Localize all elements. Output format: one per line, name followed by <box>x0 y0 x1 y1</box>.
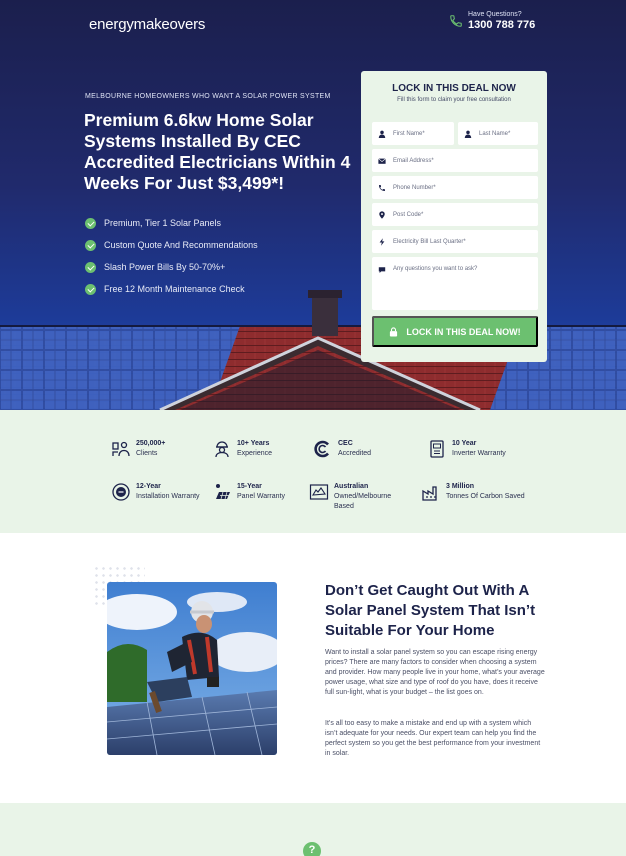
last-name-placeholder: Last Name* <box>479 130 511 137</box>
stat-value: 3 Million <box>446 483 474 490</box>
benefit-item: Custom Quote And Recommendations <box>85 234 258 256</box>
australia-map-icon <box>309 484 329 500</box>
stat-label: Accredited <box>338 450 372 457</box>
stat-value: 10+ Years <box>237 440 270 447</box>
phone-label: Have Questions? <box>468 11 522 18</box>
stat-value: 250,000+ <box>136 440 166 447</box>
benefit-item: Slash Power Bills By 50-70%+ <box>85 256 258 278</box>
stat-inverter-warranty: 10 Year Inverter Warranty <box>427 439 506 459</box>
benefit-label: Custom Quote And Recommendations <box>104 240 258 250</box>
worker-icon <box>215 441 229 458</box>
section-paragraph-2: It’s all too easy to make a mistake and … <box>325 720 541 757</box>
phone-contact[interactable]: Have Questions? 1300 788 776 <box>449 11 535 31</box>
form-title: LOCK IN THIS DEAL NOW <box>392 83 516 94</box>
phone-field[interactable]: Phone Number* <box>372 176 538 199</box>
first-name-field[interactable]: First Name* <box>372 122 454 145</box>
stat-value: Australian <box>334 483 369 490</box>
stat-cec: CEC Accredited <box>313 439 371 459</box>
benefit-list: Premium, Tier 1 Solar Panels Custom Quot… <box>85 212 258 300</box>
benefit-label: Slash Power Bills By 50-70%+ <box>104 262 226 272</box>
envelope-icon <box>378 157 386 164</box>
help-question-icon[interactable]: ? <box>303 842 321 856</box>
form-subtitle: Fill this form to claim your free consul… <box>397 97 511 103</box>
lock-in-deal-button[interactable]: LOCK IN THIS DEAL NOW! <box>372 316 538 347</box>
stat-experience: 10+ Years Experience <box>212 439 272 459</box>
benefit-label: Premium, Tier 1 Solar Panels <box>104 218 222 228</box>
stat-installation-warranty: 12-Year Installation Warranty <box>111 482 200 502</box>
stat-label: Experience <box>237 450 273 457</box>
lock-icon <box>390 326 398 336</box>
phone-number[interactable]: 1300 788 776 <box>468 19 535 31</box>
electricity-bill-placeholder: Electricity Bill Last Quarter* <box>393 238 466 245</box>
electricity-bill-field[interactable]: Electricity Bill Last Quarter* <box>372 230 538 253</box>
chat-bubble-icon <box>378 267 386 274</box>
lightning-bolt-icon <box>379 237 385 246</box>
first-name-placeholder: First Name* <box>393 130 425 137</box>
stat-value: CEC <box>338 440 353 447</box>
phone-placeholder: Phone Number* <box>393 184 436 191</box>
stat-label: Tonnes Of Carbon Saved <box>446 493 525 500</box>
section-heading: Don’t Get Caught Out With A Solar Panel … <box>325 582 536 639</box>
brand-logo[interactable]: energymakeovers <box>89 16 205 33</box>
stat-value: 15-Year <box>237 483 262 490</box>
location-pin-icon <box>379 210 385 219</box>
phone-icon <box>450 15 462 27</box>
stat-carbon-saved: 3 Million Tonnes Of Carbon Saved <box>421 482 526 502</box>
submit-label: LOCK IN THIS DEAL NOW! <box>406 326 521 337</box>
stat-label: Clients <box>136 450 158 457</box>
installer-photo <box>107 582 277 755</box>
stat-label: Owned/Melbourne Based <box>334 493 392 510</box>
stat-panel-warranty: 15-Year Panel Warranty <box>212 482 285 502</box>
check-circle-icon <box>85 217 96 229</box>
section-paragraph-1: Want to install a solar panel system so … <box>325 649 545 696</box>
postcode-field[interactable]: Post Code* <box>372 203 538 226</box>
hero-kicker: MELBOURNE HOMEOWNERS WHO WANT A SOLAR PO… <box>85 93 331 100</box>
factory-icon <box>422 486 437 501</box>
last-name-field[interactable]: Last Name* <box>458 122 538 145</box>
user-icon <box>464 130 472 138</box>
users-icon <box>112 441 130 457</box>
email-placeholder: Email Address* <box>393 157 434 164</box>
solar-installer-image <box>107 582 277 755</box>
stat-value: 12-Year <box>136 483 161 490</box>
check-circle-icon <box>85 239 96 251</box>
trust-stats-bar: 250,000+ Clients 10+ Years Experience CEC A… <box>0 410 626 533</box>
solar-panel-icon <box>216 484 230 500</box>
questions-textarea[interactable]: Any questions you want to ask? <box>372 257 538 310</box>
stat-label: Installation Warranty <box>136 493 200 500</box>
warranty-badge-icon <box>112 483 130 501</box>
phone-icon <box>379 184 385 191</box>
lead-form: LOCK IN THIS DEAL NOW Fill this form to … <box>361 71 547 362</box>
inverter-icon <box>430 440 444 458</box>
user-icon <box>378 130 386 138</box>
hero-headline: Premium 6.6kw Home Solar Systems Install… <box>84 110 351 193</box>
stat-australian-owned: Australian Owned/Melbourne Based <box>309 482 406 512</box>
hero-section: energymakeovers Have Questions? 1300 788… <box>0 0 626 410</box>
stat-clients: 250,000+ Clients <box>111 439 165 459</box>
stat-label: Inverter Warranty <box>452 450 506 457</box>
postcode-placeholder: Post Code* <box>393 211 424 218</box>
stat-label: Panel Warranty <box>237 493 285 500</box>
benefit-item: Premium, Tier 1 Solar Panels <box>85 212 258 234</box>
cec-logo-icon <box>314 440 329 458</box>
stat-value: 10 Year <box>452 440 477 447</box>
check-circle-icon <box>85 261 96 273</box>
questions-placeholder: Any questions you want to ask? <box>393 266 478 272</box>
email-field[interactable]: Email Address* <box>372 149 538 172</box>
